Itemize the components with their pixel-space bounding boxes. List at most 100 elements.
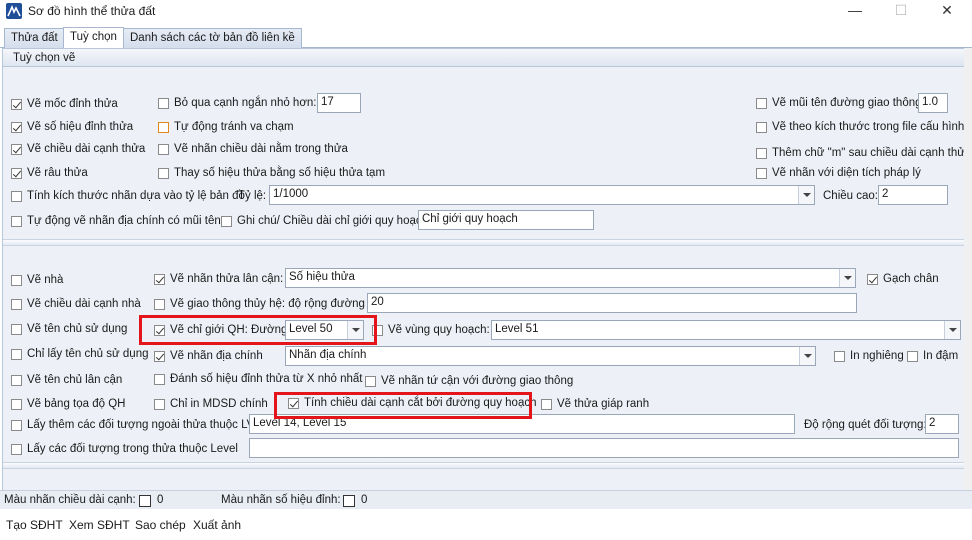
in-nghieng-checkbox[interactable]: In nghiêng xyxy=(834,350,904,362)
lay-doi-tuong-trong-thua-checkbox[interactable]: Lấy các đối tượng trong thửa thuộc Level xyxy=(11,443,238,455)
color-settings-bar: Màu nhãn chiều dài cạnh: 0 Màu nhãn số h… xyxy=(0,490,972,509)
checkbox-box[interactable] xyxy=(158,143,169,155)
checkbox-box[interactable] xyxy=(11,215,22,227)
ve-chieu-dai-canh-nha-checkbox[interactable]: Vẽ chiều dài cạnh nhà xyxy=(11,298,141,310)
ve-nhan-dien-tich-phap-ly-checkbox[interactable]: Vẽ nhãn với diện tích pháp lý xyxy=(756,167,921,179)
scale-select[interactable]: 1/1000 xyxy=(269,185,815,205)
ve-moc-dinh-thua-checkbox[interactable]: Vẽ mốc đỉnh thửa xyxy=(11,98,118,110)
ve-theo-kich-thuoc-file-checkbox[interactable]: Vẽ theo kích thước trong file cấu hình xyxy=(756,121,964,133)
checkbox-box[interactable] xyxy=(158,121,169,133)
checkbox-box[interactable] xyxy=(154,298,165,310)
tao-sdht-button[interactable]: Tạo SĐHT xyxy=(6,518,63,532)
checkbox-box[interactable] xyxy=(907,350,918,362)
ve-nhan-thua-lan-can-checkbox[interactable]: Vẽ nhãn thửa lân cận: xyxy=(154,273,283,285)
checkbox-box[interactable] xyxy=(154,398,165,410)
checkbox-box[interactable] xyxy=(11,374,22,386)
ve-nhan-tu-can-checkbox[interactable]: Vẽ nhãn tứ cận với đường giao thông xyxy=(365,375,573,387)
checkbox-box[interactable] xyxy=(11,398,22,410)
chevron-down-icon[interactable] xyxy=(839,269,855,287)
tinh-kich-thuoc-nhan-checkbox[interactable]: Tính kích thước nhãn dựa vào tỷ lệ bản đ… xyxy=(11,190,245,202)
height-input[interactable]: 2 xyxy=(878,185,948,205)
lay-them-doi-tuong-ngoai-thua-checkbox[interactable]: Lấy thêm các đối tượng ngoài thửa thuộc … xyxy=(11,419,257,431)
ve-vung-quy-hoach-checkbox[interactable]: Vẽ vùng quy hoạch: xyxy=(372,324,490,336)
ve-thua-giap-ranh-checkbox[interactable]: Vẽ thửa giáp ranh xyxy=(541,398,649,410)
ve-ten-chu-su-dung-checkbox[interactable]: Vẽ tên chủ sử dụng xyxy=(11,323,127,335)
checkbox-box[interactable] xyxy=(221,215,232,227)
minimize-button[interactable]: — xyxy=(832,0,878,22)
checkbox-box[interactable] xyxy=(11,167,22,179)
tab-danh-sach-to-ban-do[interactable]: Danh sách các tờ bản đồ liên kề xyxy=(123,28,302,48)
cadastral-label-select[interactable]: Nhãn địa chính xyxy=(285,346,816,366)
checkbox-label: Vẽ giao thông thủy hệ: độ rộng đường xyxy=(170,298,365,310)
ve-nhan-dia-chinh-checkbox[interactable]: Vẽ nhãn địa chính xyxy=(154,350,263,362)
them-chu-m-checkbox[interactable]: Thêm chữ "m" sau chiều dài cạnh thửa xyxy=(756,147,971,159)
checkbox-box[interactable] xyxy=(11,121,22,133)
gach-chan-checkbox[interactable]: Gạch chân xyxy=(867,273,939,285)
tab-tuy-chon[interactable]: Tuỳ chọn xyxy=(63,27,124,49)
xem-sdht-button[interactable]: Xem SĐHT xyxy=(69,518,130,532)
arrow-size-input[interactable]: 1.0 xyxy=(918,93,948,113)
sweep-width-input[interactable]: 2 xyxy=(925,414,959,434)
section-header[interactable]: Tuỳ chọn vẽ xyxy=(3,49,967,67)
chevron-down-icon[interactable] xyxy=(944,321,960,339)
bo-qua-canh-ngan-checkbox[interactable]: Bỏ qua cạnh ngắn nhỏ hơn: xyxy=(158,97,316,109)
ghi-chu-chi-gioi-checkbox[interactable]: Ghi chú/ Chiều dài chỉ giới quy hoạch xyxy=(221,215,428,227)
zone-level-select[interactable]: Level 51 xyxy=(491,320,961,340)
ve-so-hieu-dinh-thua-checkbox[interactable]: Vẽ số hiệu đỉnh thửa xyxy=(11,121,133,133)
checkbox-box[interactable] xyxy=(11,190,22,202)
close-button[interactable]: ✕ xyxy=(924,0,970,22)
ve-ten-chu-lan-can-checkbox[interactable]: Vẽ tên chủ lân cận xyxy=(11,374,122,386)
checkbox-box[interactable] xyxy=(756,167,767,179)
checkbox-label: Vẽ theo kích thước trong file cấu hình xyxy=(772,121,965,133)
ve-chieu-dai-canh-thua-checkbox[interactable]: Vẽ chiều dài cạnh thửa xyxy=(11,143,145,155)
checkbox-box[interactable] xyxy=(158,97,169,109)
ve-rau-thua-checkbox[interactable]: Vẽ râu thửa xyxy=(11,167,88,179)
maximize-button[interactable]: ☐ xyxy=(878,0,924,22)
checkbox-box[interactable] xyxy=(11,323,22,335)
ve-giao-thong-thuy-he-checkbox[interactable]: Vẽ giao thông thủy hệ: độ rộng đường xyxy=(154,298,365,310)
skip-short-edge-input[interactable]: 17 xyxy=(317,93,361,113)
danh-so-hieu-dinh-thua-checkbox[interactable]: Đánh số hiệu đỉnh thửa từ X nhỏ nhất xyxy=(154,373,363,385)
checkbox-box[interactable] xyxy=(365,375,376,387)
checkbox-box[interactable] xyxy=(11,443,22,455)
checkbox-box[interactable] xyxy=(867,273,878,285)
checkbox-label: Vẽ tên chủ lân cận xyxy=(27,374,123,386)
ve-mui-ten-duong-giao-thong-checkbox[interactable]: Vẽ mũi tên đường giao thông xyxy=(756,97,922,109)
chevron-down-icon[interactable] xyxy=(799,347,815,365)
chevron-down-icon[interactable] xyxy=(798,186,814,204)
checkbox-box[interactable] xyxy=(158,167,169,179)
tu-dong-ve-nhan-dia-chinh-checkbox[interactable]: Tự động vẽ nhãn địa chính có mũi tên xyxy=(11,215,221,227)
checkbox-box[interactable] xyxy=(154,273,165,285)
ve-nha-checkbox[interactable]: Vẽ nhà xyxy=(11,274,63,286)
checkbox-box[interactable] xyxy=(11,298,22,310)
xuat-anh-button[interactable]: Xuất ảnh xyxy=(193,518,241,532)
tab-thua-dat[interactable]: Thửa đất xyxy=(4,28,65,48)
chi-lay-ten-chu-su-dung-checkbox[interactable]: Chỉ lấy tên chủ sử dụng xyxy=(11,348,149,360)
road-width-input[interactable]: 20 xyxy=(367,293,857,313)
checkbox-box[interactable] xyxy=(11,143,22,155)
checkbox-box[interactable] xyxy=(154,350,165,362)
sao-chep-button[interactable]: Sao chép xyxy=(135,518,186,532)
in-dam-checkbox[interactable]: In đậm xyxy=(907,350,958,362)
checkbox-box[interactable] xyxy=(756,97,767,109)
checkbox-box[interactable] xyxy=(11,98,22,110)
checkbox-box[interactable] xyxy=(756,121,767,133)
checkbox-box[interactable] xyxy=(834,350,845,362)
note-input[interactable]: Chỉ giới quy hoạch xyxy=(418,210,594,230)
thay-so-hieu-thua-tam-checkbox[interactable]: Thay số hiệu thửa bằng số hiệu thửa tạm xyxy=(158,167,385,179)
chi-in-mdsd-chinh-checkbox[interactable]: Chỉ in MDSD chính xyxy=(154,398,268,410)
tu-dong-tranh-va-cham-checkbox[interactable]: Tự động tránh va chạm xyxy=(158,121,294,133)
checkbox-box[interactable] xyxy=(756,147,767,159)
checkbox-box[interactable] xyxy=(154,373,165,385)
edge-color-swatch[interactable] xyxy=(139,495,151,507)
checkbox-box[interactable] xyxy=(11,274,22,286)
vertex-color-swatch[interactable] xyxy=(343,495,355,507)
ve-bang-toa-do-qh-checkbox[interactable]: Vẽ bảng tọa độ QH xyxy=(11,398,125,410)
ve-nhan-chieu-dai-trong-thua-checkbox[interactable]: Vẽ nhãn chiều dài nằm trong thửa xyxy=(158,143,348,155)
vertical-scrollbar[interactable] xyxy=(964,48,972,509)
inside-levels-input[interactable] xyxy=(249,438,959,458)
checkbox-box[interactable] xyxy=(11,419,22,431)
checkbox-box[interactable] xyxy=(541,398,552,410)
checkbox-box[interactable] xyxy=(11,348,22,360)
neighbor-label-select[interactable]: Số hiệu thửa xyxy=(285,268,856,288)
